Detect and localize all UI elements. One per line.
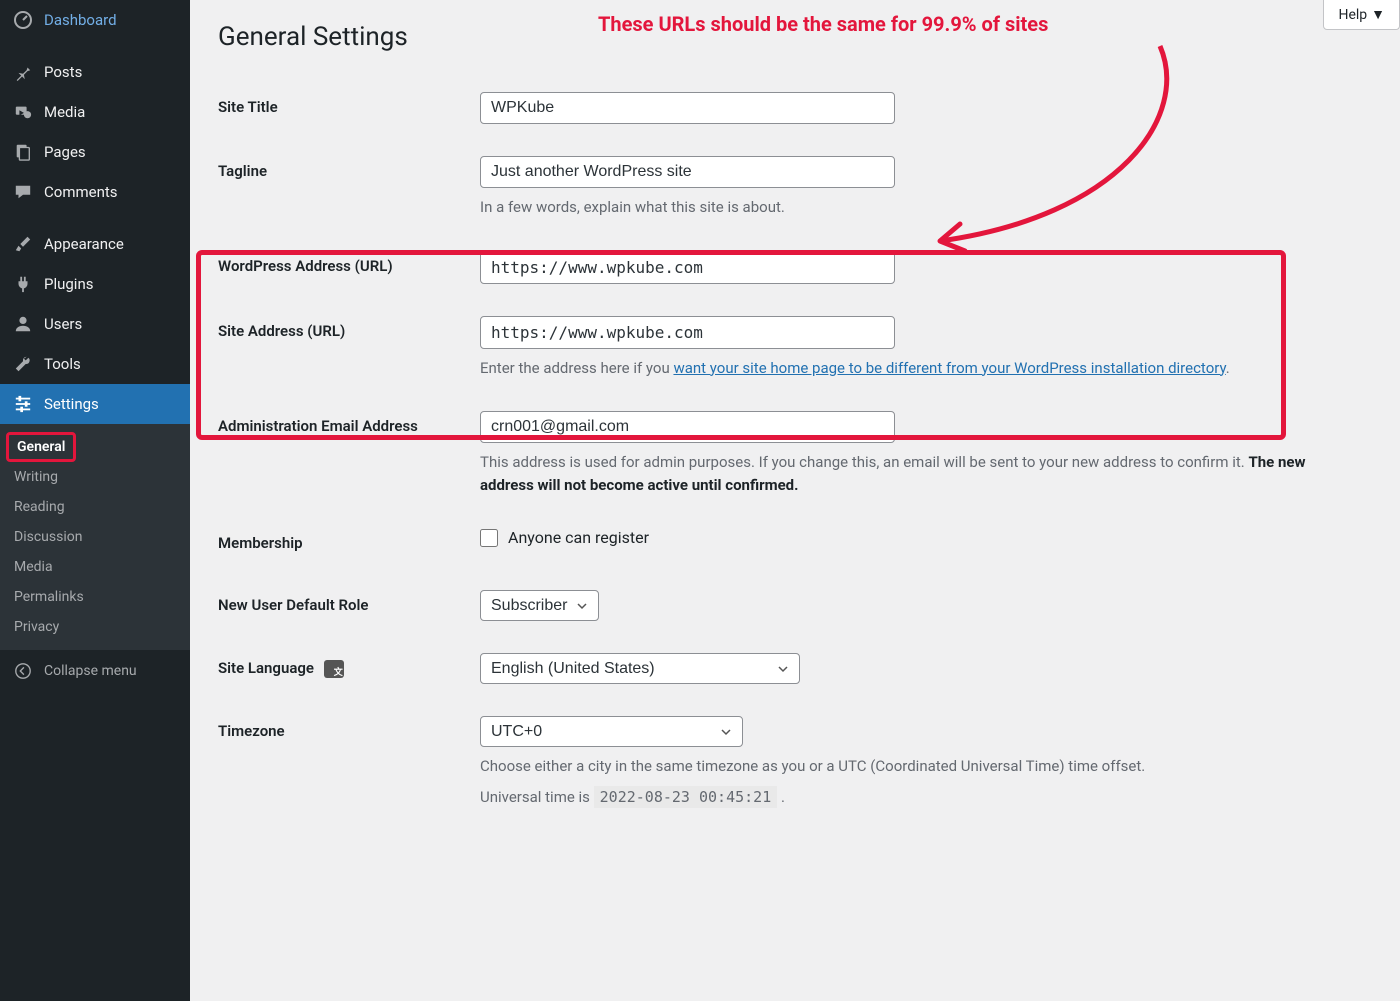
tagline-input[interactable] [480,156,895,188]
sidebar-label: Tools [44,355,81,373]
membership-label: Membership [218,512,480,574]
sidebar-spacer [0,212,190,224]
sidebar-item-dashboard[interactable]: Dashboard [0,0,190,40]
sidebar-label: Pages [44,143,86,161]
sidebar-label: Media [44,103,85,121]
tagline-label: Tagline [218,140,480,235]
submenu-discussion[interactable]: Discussion [0,522,190,552]
collapse-label: Collapse menu [44,663,137,679]
translate-icon [324,660,344,678]
submenu-privacy[interactable]: Privacy [0,612,190,642]
timezone-label: Timezone [218,700,480,824]
sidebar-label: Users [44,315,82,333]
sidebar-label: Comments [44,183,118,201]
admin-email-label: Administration Email Address [218,395,480,512]
language-select[interactable]: English (United States) [480,653,800,684]
site-title-label: Site Title [218,76,480,140]
membership-check-label[interactable]: Anyone can register [508,528,649,547]
collapse-icon [12,660,34,682]
sidebar-item-pages[interactable]: Pages [0,132,190,172]
pages-icon [12,141,34,163]
help-tab[interactable]: Help ▼ [1323,0,1400,30]
chevron-down-icon: ▼ [1371,6,1385,23]
settings-form: Site Title Tagline In a few words, expla… [218,76,1372,824]
site-url-input[interactable] [480,316,895,349]
sidebar-label: Appearance [44,235,124,253]
pushpin-icon [12,61,34,83]
submenu-reading[interactable]: Reading [0,492,190,522]
default-role-label: New User Default Role [218,574,480,637]
comments-icon [12,181,34,203]
timezone-description: Choose either a city in the same timezon… [480,755,1362,778]
language-label: Site Language [218,637,480,700]
universal-time-value: 2022-08-23 00:45:21 [594,786,778,808]
sidebar-label: Settings [44,395,99,413]
sidebar-item-settings[interactable]: Settings [0,384,190,424]
submenu-writing[interactable]: Writing [0,462,190,492]
sidebar-label: Dashboard [44,11,117,29]
wrench-icon [12,353,34,375]
annotation-text: These URLs should be the same for 99.9% … [598,12,1048,36]
plugin-icon [12,273,34,295]
sidebar-item-comments[interactable]: Comments [0,172,190,212]
sidebar-spacer [0,40,190,52]
sidebar-label: Posts [44,63,82,81]
admin-email-description: This address is used for admin purposes.… [480,451,1362,496]
default-role-select[interactable]: Subscriber [480,590,599,621]
timezone-select[interactable]: UTC+0 [480,716,743,747]
media-icon [12,101,34,123]
content-area: Help ▼ General Settings Site Title Tagli… [190,0,1400,1001]
admin-email-input[interactable] [480,411,895,443]
sidebar-label: Plugins [44,275,93,293]
submenu-media[interactable]: Media [0,552,190,582]
wp-url-label: WordPress Address (URL) [218,235,480,300]
user-icon [12,313,34,335]
submenu-permalinks[interactable]: Permalinks [0,582,190,612]
help-label: Help [1338,7,1367,23]
submenu-general[interactable]: General [6,432,76,462]
wp-url-input[interactable] [480,251,895,284]
sidebar-item-plugins[interactable]: Plugins [0,264,190,304]
membership-checkbox[interactable] [480,529,498,547]
sidebar-item-users[interactable]: Users [0,304,190,344]
site-title-input[interactable] [480,92,895,124]
sidebar-item-posts[interactable]: Posts [0,52,190,92]
admin-sidebar: Dashboard Posts Media Pages Comments App… [0,0,190,1001]
site-url-description: Enter the address here if you want your … [480,357,1362,380]
sidebar-item-tools[interactable]: Tools [0,344,190,384]
sidebar-item-appearance[interactable]: Appearance [0,224,190,264]
brush-icon [12,233,34,255]
collapse-menu[interactable]: Collapse menu [0,650,190,692]
tagline-description: In a few words, explain what this site i… [480,196,1362,219]
universal-time: Universal time is 2022-08-23 00:45:21 . [480,786,1362,809]
settings-sliders-icon [12,393,34,415]
sidebar-item-media[interactable]: Media [0,92,190,132]
site-url-help-link[interactable]: want your site home page to be different… [673,359,1225,377]
site-url-label: Site Address (URL) [218,300,480,396]
dashboard-icon [12,9,34,31]
settings-submenu: General Writing Reading Discussion Media… [0,424,190,650]
